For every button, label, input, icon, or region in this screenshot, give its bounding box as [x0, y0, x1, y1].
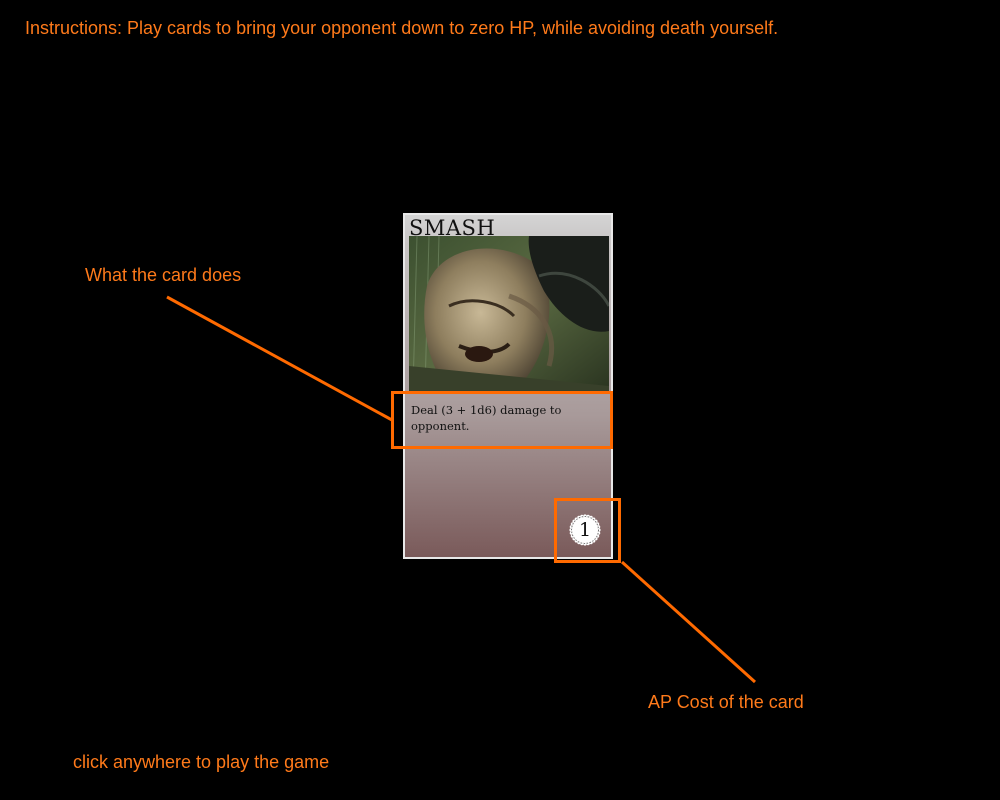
click-to-play-hint: click anywhere to play the game	[73, 752, 330, 772]
ap-cost-highlight	[554, 498, 621, 563]
card-effect-highlight	[391, 391, 613, 449]
cost-pointer-line	[620, 560, 757, 684]
effect-annotation-label: What the card does	[85, 265, 242, 285]
card-art-image	[409, 236, 609, 391]
game-screen[interactable]: Instructions: Play cards to bring your o…	[0, 0, 1000, 800]
instructions-text: Instructions: Play cards to bring your o…	[25, 18, 779, 38]
effect-pointer-line	[166, 295, 393, 422]
cost-annotation-label: AP Cost of the card	[648, 692, 804, 712]
